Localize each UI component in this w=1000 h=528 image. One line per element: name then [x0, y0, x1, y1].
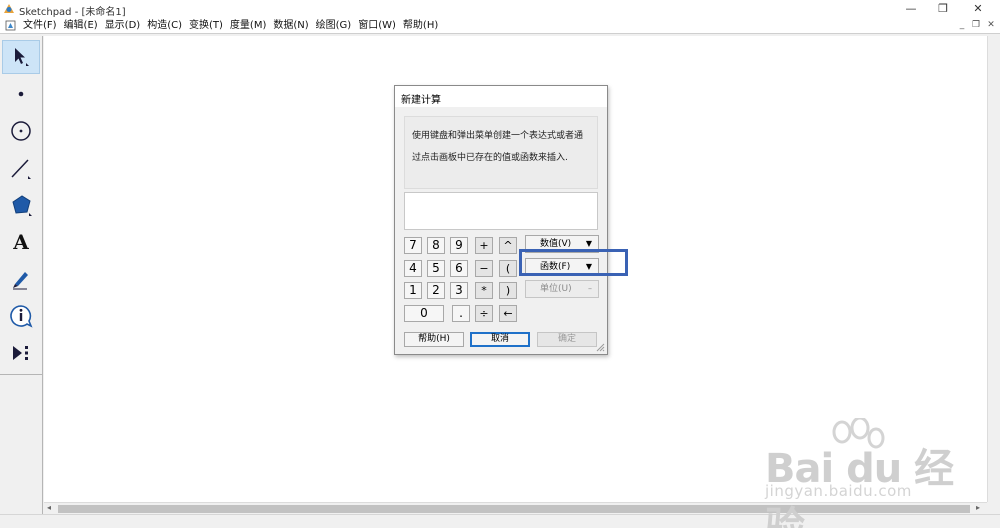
menu-transform[interactable]: 变换(T) [186, 19, 227, 33]
key-open-paren[interactable]: ( [499, 260, 517, 277]
dialog-title: 新建计算 [401, 95, 441, 106]
straightedge-tool[interactable] [2, 151, 40, 185]
key-minus[interactable]: − [475, 260, 493, 277]
units-popup-label: 单位(U) [540, 284, 572, 294]
key-plus[interactable]: + [475, 237, 493, 254]
window-title: Sketchpad - [未命名1] [19, 7, 126, 18]
watermark-url: jingyan.baidu.com [765, 482, 912, 500]
doc-minimize-button[interactable]: _ [955, 19, 969, 32]
information-tool[interactable] [2, 299, 40, 333]
scroll-left-icon[interactable]: ◂ [47, 503, 51, 513]
key-2[interactable]: 2 [427, 282, 445, 299]
key-8[interactable]: 8 [427, 237, 445, 254]
key-close-paren[interactable]: ) [499, 282, 517, 299]
ok-button[interactable]: 确定 [537, 332, 597, 347]
key-power[interactable]: ^ [499, 237, 517, 254]
key-4[interactable]: 4 [404, 260, 422, 277]
dialog-description: 使用键盘和弹出菜单创建一个表达式或者通过点击画板中已存在的值或函数来插入. [412, 131, 584, 163]
pen-icon [13, 272, 28, 290]
resize-grip-icon[interactable] [595, 342, 605, 352]
menu-construct[interactable]: 构造(C) [144, 19, 186, 33]
key-6[interactable]: 6 [450, 260, 468, 277]
circle-icon [11, 121, 31, 141]
menu-bar: 文件(F) 编辑(E) 显示(D) 构造(C) 变换(T) 度量(M) 数据(N… [0, 18, 1000, 34]
sketchpad-app-icon [4, 4, 14, 13]
key-decimal[interactable]: . [452, 305, 470, 322]
key-1[interactable]: 1 [404, 282, 422, 299]
custom-tool[interactable] [2, 336, 40, 370]
values-popup-label: 数值(V) [540, 239, 572, 249]
polygon-tool[interactable] [2, 188, 40, 222]
key-3[interactable]: 3 [450, 282, 468, 299]
document-icon[interactable] [5, 20, 16, 31]
key-0[interactable]: 0 [404, 305, 444, 322]
menu-items: 文件(F) 编辑(E) 显示(D) 构造(C) 变换(T) 度量(M) 数据(N… [20, 19, 442, 33]
doc-close-button[interactable]: ✕ [984, 19, 998, 32]
dialog-description-panel: 使用键盘和弹出菜单创建一个表达式或者通过点击画板中已存在的值或函数来插入. [404, 116, 598, 189]
polygon-icon [12, 195, 32, 216]
minimize-button[interactable]: — [896, 0, 926, 18]
key-9[interactable]: 9 [450, 237, 468, 254]
compass-tool[interactable] [2, 114, 40, 148]
cancel-button[interactable]: 取消 [470, 332, 530, 347]
arrow-cursor-icon [15, 48, 29, 66]
arrow-select-tool[interactable] [2, 40, 40, 74]
text-tool-icon: A [13, 230, 29, 254]
custom-tools-icon [13, 346, 28, 360]
menu-help[interactable]: 帮助(H) [400, 19, 442, 33]
menu-window[interactable]: 窗口(W) [355, 19, 400, 33]
key-backspace[interactable]: ← [499, 305, 517, 322]
point-tool[interactable] [2, 77, 40, 111]
marker-tool[interactable] [2, 262, 40, 296]
restore-button[interactable]: ❐ [928, 0, 958, 18]
menu-file[interactable]: 文件(F) [20, 19, 61, 33]
key-divide[interactable]: ÷ [475, 305, 493, 322]
close-button[interactable]: ✕ [963, 0, 993, 18]
key-7[interactable]: 7 [404, 237, 422, 254]
menu-measure[interactable]: 度量(M) [227, 19, 270, 33]
highlight-annotation-box [519, 249, 628, 276]
text-tool[interactable]: A [2, 225, 40, 259]
key-multiply[interactable]: * [475, 282, 493, 299]
toolbox-divider [0, 374, 42, 375]
window-titlebar: Sketchpad - [未命名1] — ❐ ✕ [0, 0, 1000, 18]
menu-display[interactable]: 显示(D) [102, 19, 145, 33]
menu-edit[interactable]: 编辑(E) [61, 19, 102, 33]
menu-data[interactable]: 数据(N) [270, 19, 312, 33]
new-calculation-dialog: 新建计算 使用键盘和弹出菜单创建一个表达式或者通过点击画板中已存在的值或函数来插… [394, 85, 608, 355]
dialog-titlebar[interactable]: 新建计算 [395, 86, 607, 107]
help-button[interactable]: 帮助(H) [404, 332, 464, 347]
expression-field[interactable] [404, 192, 598, 230]
menu-graph[interactable]: 绘图(G) [313, 19, 356, 33]
units-popup-button[interactable]: 单位(U) – [525, 280, 599, 298]
info-icon [10, 305, 33, 328]
segment-icon [11, 159, 31, 179]
key-5[interactable]: 5 [427, 260, 445, 277]
toolbox: A [0, 36, 43, 514]
baidu-jingyan-watermark: Bai du 经验 jingyan.baidu.com [760, 418, 990, 528]
doc-restore-button[interactable]: ❐ [969, 19, 983, 32]
point-icon [18, 91, 24, 97]
dropdown-dash-icon: – [588, 284, 592, 293]
